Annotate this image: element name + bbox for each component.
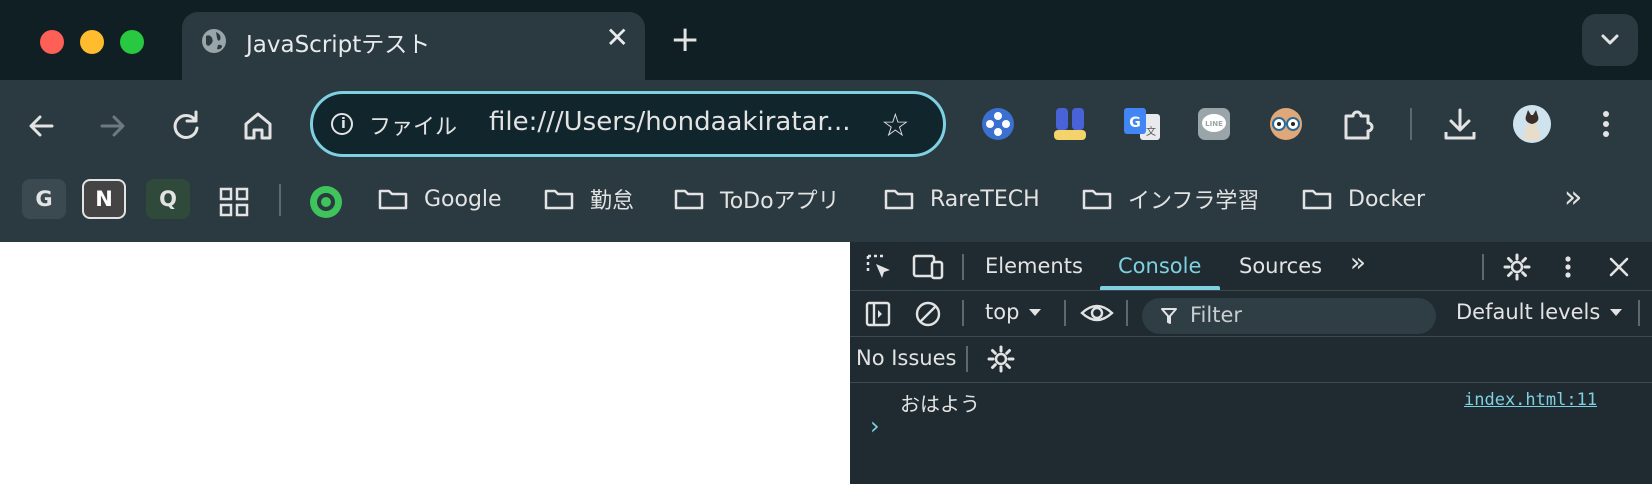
console-filter-input[interactable]: Filter (1142, 298, 1436, 334)
bookmark-folder-label: インフラ学習 (1128, 189, 1260, 214)
dropdown-triangle-icon (1029, 309, 1042, 316)
console-log-entry: おはよう index.html:11 (850, 382, 1652, 426)
page-content[interactable] (0, 242, 850, 484)
close-tab-button[interactable]: ✕ (606, 21, 629, 54)
site-info-chip[interactable]: ファイル (369, 109, 457, 141)
log-levels-label: Default levels (1456, 300, 1601, 324)
issues-bar: No Issues (850, 336, 1652, 383)
tab-javascript-test[interactable]: JavaScriptテスト ✕ (182, 12, 645, 80)
bookmark-q[interactable]: Q (146, 179, 190, 219)
console-settings-gear-icon[interactable] (986, 344, 1016, 374)
back-button[interactable] (20, 104, 64, 148)
bookmark-g[interactable]: G (22, 179, 66, 219)
log-levels-dropdown[interactable]: Default levels (1456, 300, 1624, 324)
reload-button[interactable] (164, 104, 208, 148)
close-window-button[interactable] (40, 30, 64, 54)
devtools-separator (1126, 300, 1128, 326)
dropdown-triangle-icon (1610, 309, 1623, 316)
context-selector-label: top (985, 300, 1020, 324)
folder-icon (544, 189, 574, 210)
settings-gear-icon[interactable] (1502, 252, 1532, 282)
clear-console-icon[interactable] (914, 300, 942, 328)
folder-icon (1082, 189, 1112, 210)
devtools-separator (1064, 300, 1066, 326)
bookmark-green-logo-icon[interactable] (308, 184, 344, 220)
devtools-separator (962, 254, 964, 280)
line-icon[interactable]: LINE (1194, 104, 1234, 144)
devtools-separator (1638, 300, 1640, 326)
globe-icon (202, 29, 226, 53)
minimize-window-button[interactable] (80, 30, 104, 54)
tab-search-button[interactable] (1582, 14, 1638, 66)
zoom-window-button[interactable] (120, 30, 144, 54)
device-toolbar-icon[interactable] (912, 252, 944, 282)
folder-icon (1302, 189, 1332, 210)
console-prompt[interactable]: › (870, 412, 880, 440)
bookmark-folder-label: 勤怠 (590, 189, 635, 214)
log-source-link[interactable]: index.html:11 (1464, 390, 1597, 410)
devtools-separator (962, 300, 964, 326)
folder-icon (378, 189, 408, 210)
tab-sources[interactable]: Sources (1239, 254, 1322, 278)
more-tabs-button[interactable]: » (1350, 248, 1366, 278)
live-expression-eye-icon[interactable] (1080, 298, 1114, 328)
avatar-glasses-icon[interactable] (1266, 104, 1306, 144)
devtools-tabbar: Elements Console Sources » (850, 242, 1652, 291)
home-button[interactable] (236, 104, 280, 148)
issues-count[interactable]: No Issues (856, 346, 956, 370)
console-toolbar: top Filter Default levels (850, 290, 1652, 337)
bookmark-separator (279, 184, 281, 216)
folder-icon (884, 189, 914, 210)
tab-console[interactable]: Console (1118, 254, 1201, 278)
bookmark-folder-label: Docker (1348, 186, 1426, 212)
bookmark-star-icon[interactable]: ☆ (881, 106, 910, 144)
tab-title: JavaScriptテスト (246, 32, 431, 58)
bookmark-n[interactable]: N (82, 179, 126, 219)
forward-button[interactable] (90, 104, 134, 148)
tab-elements[interactable]: Elements (985, 254, 1083, 278)
bookmark-folder-infra[interactable]: インフラ学習 (1082, 174, 1259, 224)
chevron-down-icon (1601, 34, 1619, 45)
site-info-icon[interactable]: i (331, 113, 353, 135)
bookmarks-overflow-button[interactable]: » (1564, 180, 1582, 215)
bookmark-folder-label: RareTECH (930, 186, 1040, 212)
menu-kebab-icon[interactable] (1586, 104, 1626, 144)
extensions-puzzle-icon[interactable] (1338, 104, 1378, 144)
context-selector[interactable]: top (985, 300, 1043, 324)
url-text[interactable]: file:///Users/hondaakiratar... (489, 107, 851, 137)
bookmark-folder-docker[interactable]: Docker (1302, 174, 1425, 224)
devtools-separator (1482, 254, 1484, 280)
new-tab-button[interactable]: + (670, 16, 700, 64)
tab-strip: JavaScriptテスト ✕ + (0, 0, 1652, 80)
folder-icon (674, 189, 704, 210)
extension-cross-icon[interactable] (978, 104, 1018, 144)
devtools-panel: Elements Console Sources » top Filter De… (850, 242, 1652, 484)
bookmark-folder-raretech[interactable]: RareTECH (884, 174, 1040, 224)
svg-text:文: 文 (1146, 125, 1156, 138)
filter-funnel-icon (1161, 308, 1177, 324)
address-bar[interactable]: i ファイル file:///Users/hondaakiratar... ☆ (310, 91, 946, 157)
bookmark-folder-todo[interactable]: ToDoアプリ (674, 174, 840, 224)
bookmark-folder-kintai[interactable]: 勤怠 (544, 174, 634, 224)
bookmark-folder-google[interactable]: Google (378, 174, 502, 224)
apps-grid-icon[interactable] (218, 186, 250, 218)
devtools-menu-icon[interactable] (1558, 252, 1578, 282)
filter-placeholder: Filter (1190, 303, 1243, 327)
close-devtools-icon[interactable] (1606, 254, 1632, 280)
extension-blocks-icon[interactable] (1050, 104, 1090, 144)
profile-avatar[interactable] (1512, 104, 1552, 144)
bookmark-folder-label: Google (424, 186, 502, 212)
sidebar-toggle-icon[interactable] (864, 300, 892, 328)
svg-text:G: G (1129, 115, 1141, 131)
download-icon[interactable] (1440, 104, 1480, 144)
google-translate-icon[interactable]: G 文 (1122, 104, 1162, 144)
svg-text:LINE: LINE (1205, 120, 1223, 128)
bookmark-folder-label: ToDoアプリ (720, 189, 840, 214)
devtools-separator (966, 346, 968, 372)
inspect-element-icon[interactable] (864, 252, 894, 282)
toolbar-separator (1410, 108, 1412, 140)
log-message: おはよう (900, 392, 980, 416)
